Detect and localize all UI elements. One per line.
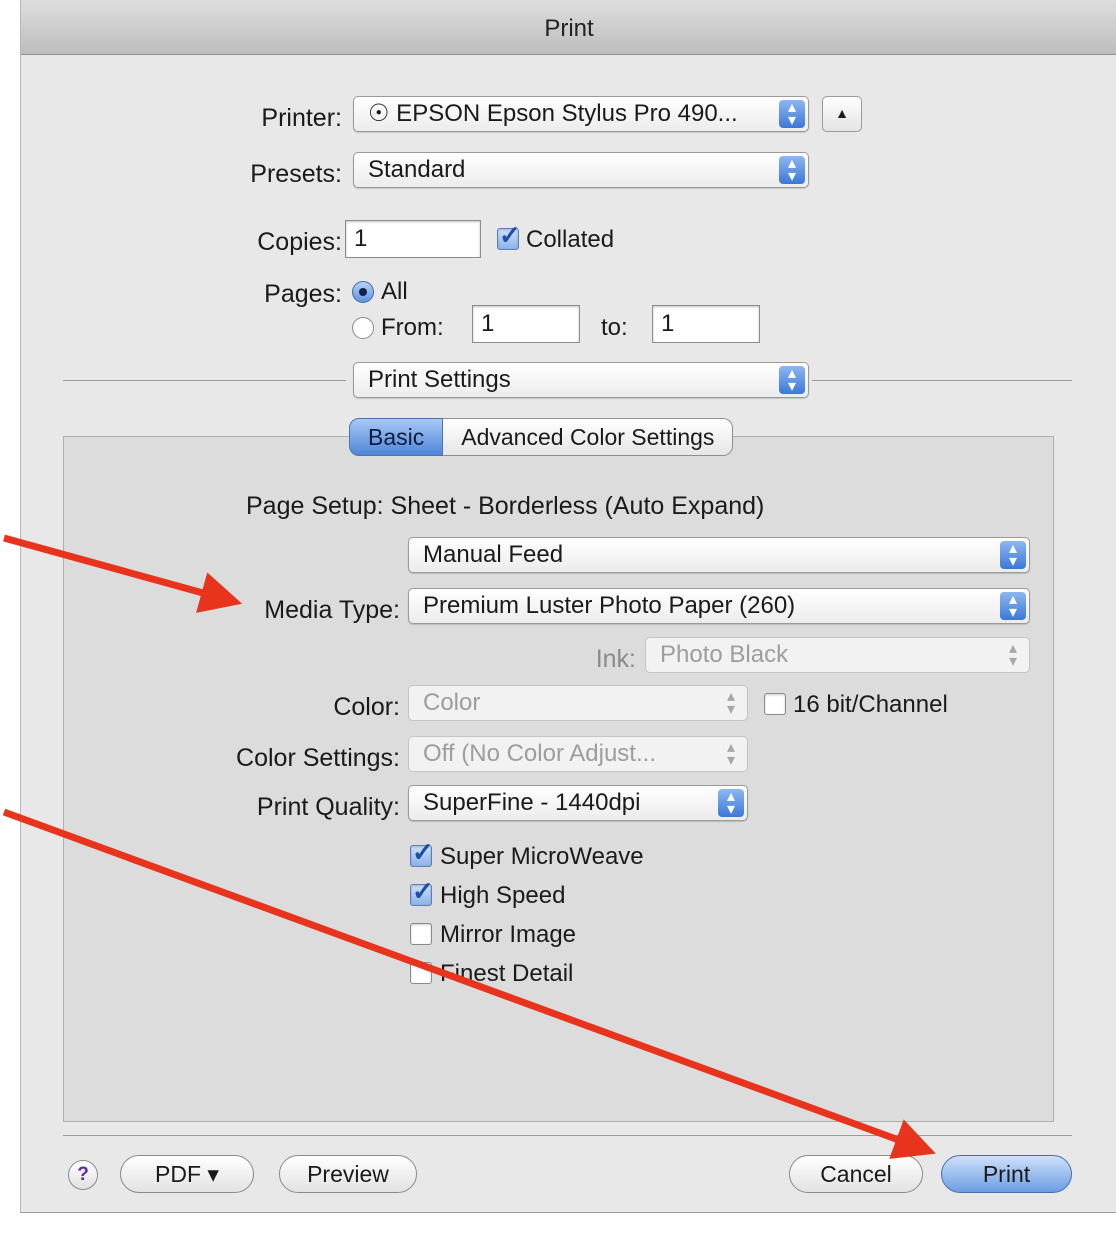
tab-bar: Basic Advanced Color Settings <box>349 418 734 456</box>
annotation-arrows <box>2 534 936 1159</box>
arrow-to-print-button <box>2 808 936 1159</box>
arrow-to-media-type <box>3 534 243 613</box>
tab-advanced-color-settings[interactable]: Advanced Color Settings <box>443 418 734 456</box>
tab-basic[interactable]: Basic <box>349 418 444 456</box>
